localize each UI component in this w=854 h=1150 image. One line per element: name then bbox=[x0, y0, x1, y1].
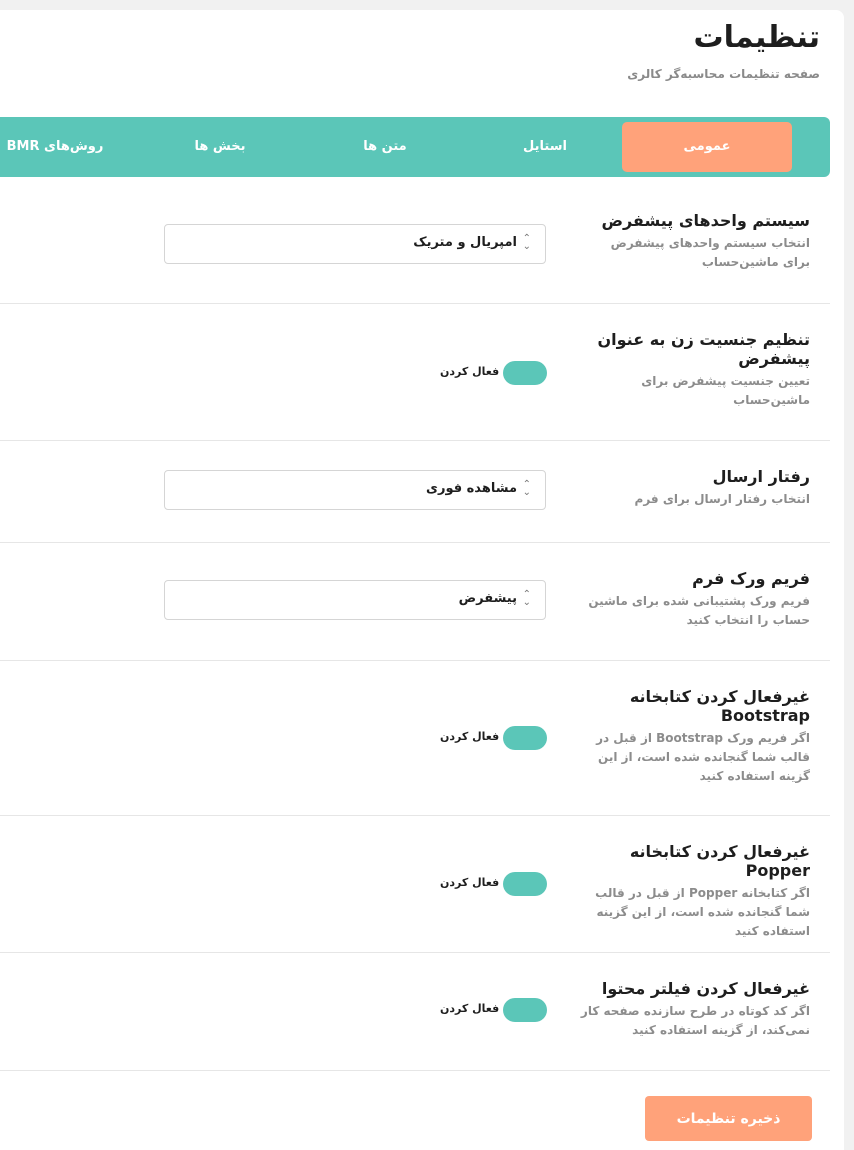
tab-style[interactable]: استایل bbox=[480, 122, 610, 172]
toggle-label: فعال کردن bbox=[440, 365, 500, 378]
setting-description: فریم ورک پشتیبانی شده برای ماشین حساب را… bbox=[588, 594, 810, 627]
chevron-updown-icon: ⌃ ⌄ bbox=[522, 589, 531, 608]
page-subtitle: صفحه تنظیمات محاسبه‌گر کالری bbox=[627, 67, 820, 81]
units-select[interactable]: امپریال و متریک ⌃ ⌄ bbox=[164, 224, 546, 264]
setting-title: غیرفعال کردن کتابخانه Bootstrap bbox=[629, 687, 810, 725]
setting-popper: غیرفعال کردن کتابخانه Popper اگر کتابخان… bbox=[0, 816, 830, 953]
select-value: مشاهده فوری bbox=[426, 481, 517, 496]
setting-bootstrap: غیرفعال کردن کتابخانه Bootstrap اگر فریم… bbox=[0, 661, 830, 816]
setting-gender: تنظیم جنسیت زن به عنوان پیشفرض تعیین جنس… bbox=[0, 304, 830, 441]
setting-description: اگر کد کوتاه در طرح سازنده صفحه کار نمی‌… bbox=[580, 1004, 810, 1037]
setting-bootstrap-label: غیرفعال کردن کتابخانه Bootstrap اگر فریم… bbox=[580, 687, 810, 786]
tab-sections[interactable]: بخش ها bbox=[155, 122, 285, 172]
setting-description: انتخاب سیستم واحدهای پیشفرض برای ماشین‌ح… bbox=[610, 236, 810, 269]
setting-description: انتخاب رفتار ارسال برای فرم bbox=[634, 492, 810, 506]
framework-select[interactable]: پیشفرض ⌃ ⌄ bbox=[164, 580, 546, 620]
tab-general[interactable]: عمومی bbox=[622, 122, 792, 172]
setting-submit-label: رفتار ارسال انتخاب رفتار ارسال برای فرم bbox=[580, 467, 810, 509]
bootstrap-toggle[interactable] bbox=[503, 726, 547, 750]
toggle-label: فعال کردن bbox=[440, 876, 500, 889]
setting-submit: رفتار ارسال انتخاب رفتار ارسال برای فرم … bbox=[0, 441, 830, 543]
popper-toggle[interactable] bbox=[503, 872, 547, 896]
page-title: تنظیمات bbox=[693, 20, 820, 55]
setting-popper-label: غیرفعال کردن کتابخانه Popper اگر کتابخان… bbox=[580, 842, 810, 941]
content-filter-toggle[interactable] bbox=[503, 998, 547, 1022]
tab-bar: عمومی استایل متن ها بخش ها روش‌های BMR bbox=[0, 117, 830, 177]
setting-title: سیستم واحدهای پیشفرض bbox=[601, 211, 810, 230]
setting-description: اگر کتابخانه Popper از قبل در قالب شما گ… bbox=[595, 886, 810, 938]
setting-description: اگر فریم ورک Bootstrap از قبل در قالب شم… bbox=[596, 731, 810, 783]
page-header: تنظیمات صفحه تنظیمات محاسبه‌گر کالری bbox=[627, 20, 820, 81]
chevron-updown-icon: ⌃ ⌄ bbox=[522, 479, 531, 498]
toggle-label: فعال کردن bbox=[440, 730, 500, 743]
setting-title: رفتار ارسال bbox=[712, 467, 810, 486]
toggle-label: فعال کردن bbox=[440, 1002, 500, 1015]
save-settings-button[interactable]: ذخیره تنظیمات bbox=[645, 1096, 812, 1141]
setting-title: فریم ورک فرم bbox=[692, 569, 810, 588]
setting-framework: فریم ورک فرم فریم ورک پشتیبانی شده برای … bbox=[0, 543, 830, 661]
tab-bmr-methods[interactable]: روش‌های BMR bbox=[0, 122, 110, 172]
setting-description: تعیین جنسیت پیشفرض برای ماشین‌حساب bbox=[641, 374, 810, 407]
setting-title: غیرفعال کردن فیلتر محتوا bbox=[601, 979, 810, 998]
gender-toggle[interactable] bbox=[503, 361, 547, 385]
tab-texts[interactable]: متن ها bbox=[320, 122, 450, 172]
submit-select[interactable]: مشاهده فوری ⌃ ⌄ bbox=[164, 470, 546, 510]
setting-gender-label: تنظیم جنسیت زن به عنوان پیشفرض تعیین جنس… bbox=[580, 330, 810, 410]
setting-units: سیستم واحدهای پیشفرض انتخاب سیستم واحدها… bbox=[0, 193, 830, 304]
setting-title: غیرفعال کردن کتابخانه Popper bbox=[629, 842, 810, 880]
select-value: پیشفرض bbox=[458, 591, 517, 606]
chevron-updown-icon: ⌃ ⌄ bbox=[522, 233, 531, 252]
setting-content-filter: غیرفعال کردن فیلتر محتوا اگر کد کوتاه در… bbox=[0, 953, 830, 1071]
setting-title: تنظیم جنسیت زن به عنوان پیشفرض bbox=[597, 330, 810, 368]
setting-content-filter-label: غیرفعال کردن فیلتر محتوا اگر کد کوتاه در… bbox=[580, 979, 810, 1040]
setting-framework-label: فریم ورک فرم فریم ورک پشتیبانی شده برای … bbox=[580, 569, 810, 630]
select-value: امپریال و متریک bbox=[413, 235, 517, 250]
setting-units-label: سیستم واحدهای پیشفرض انتخاب سیستم واحدها… bbox=[580, 211, 810, 272]
